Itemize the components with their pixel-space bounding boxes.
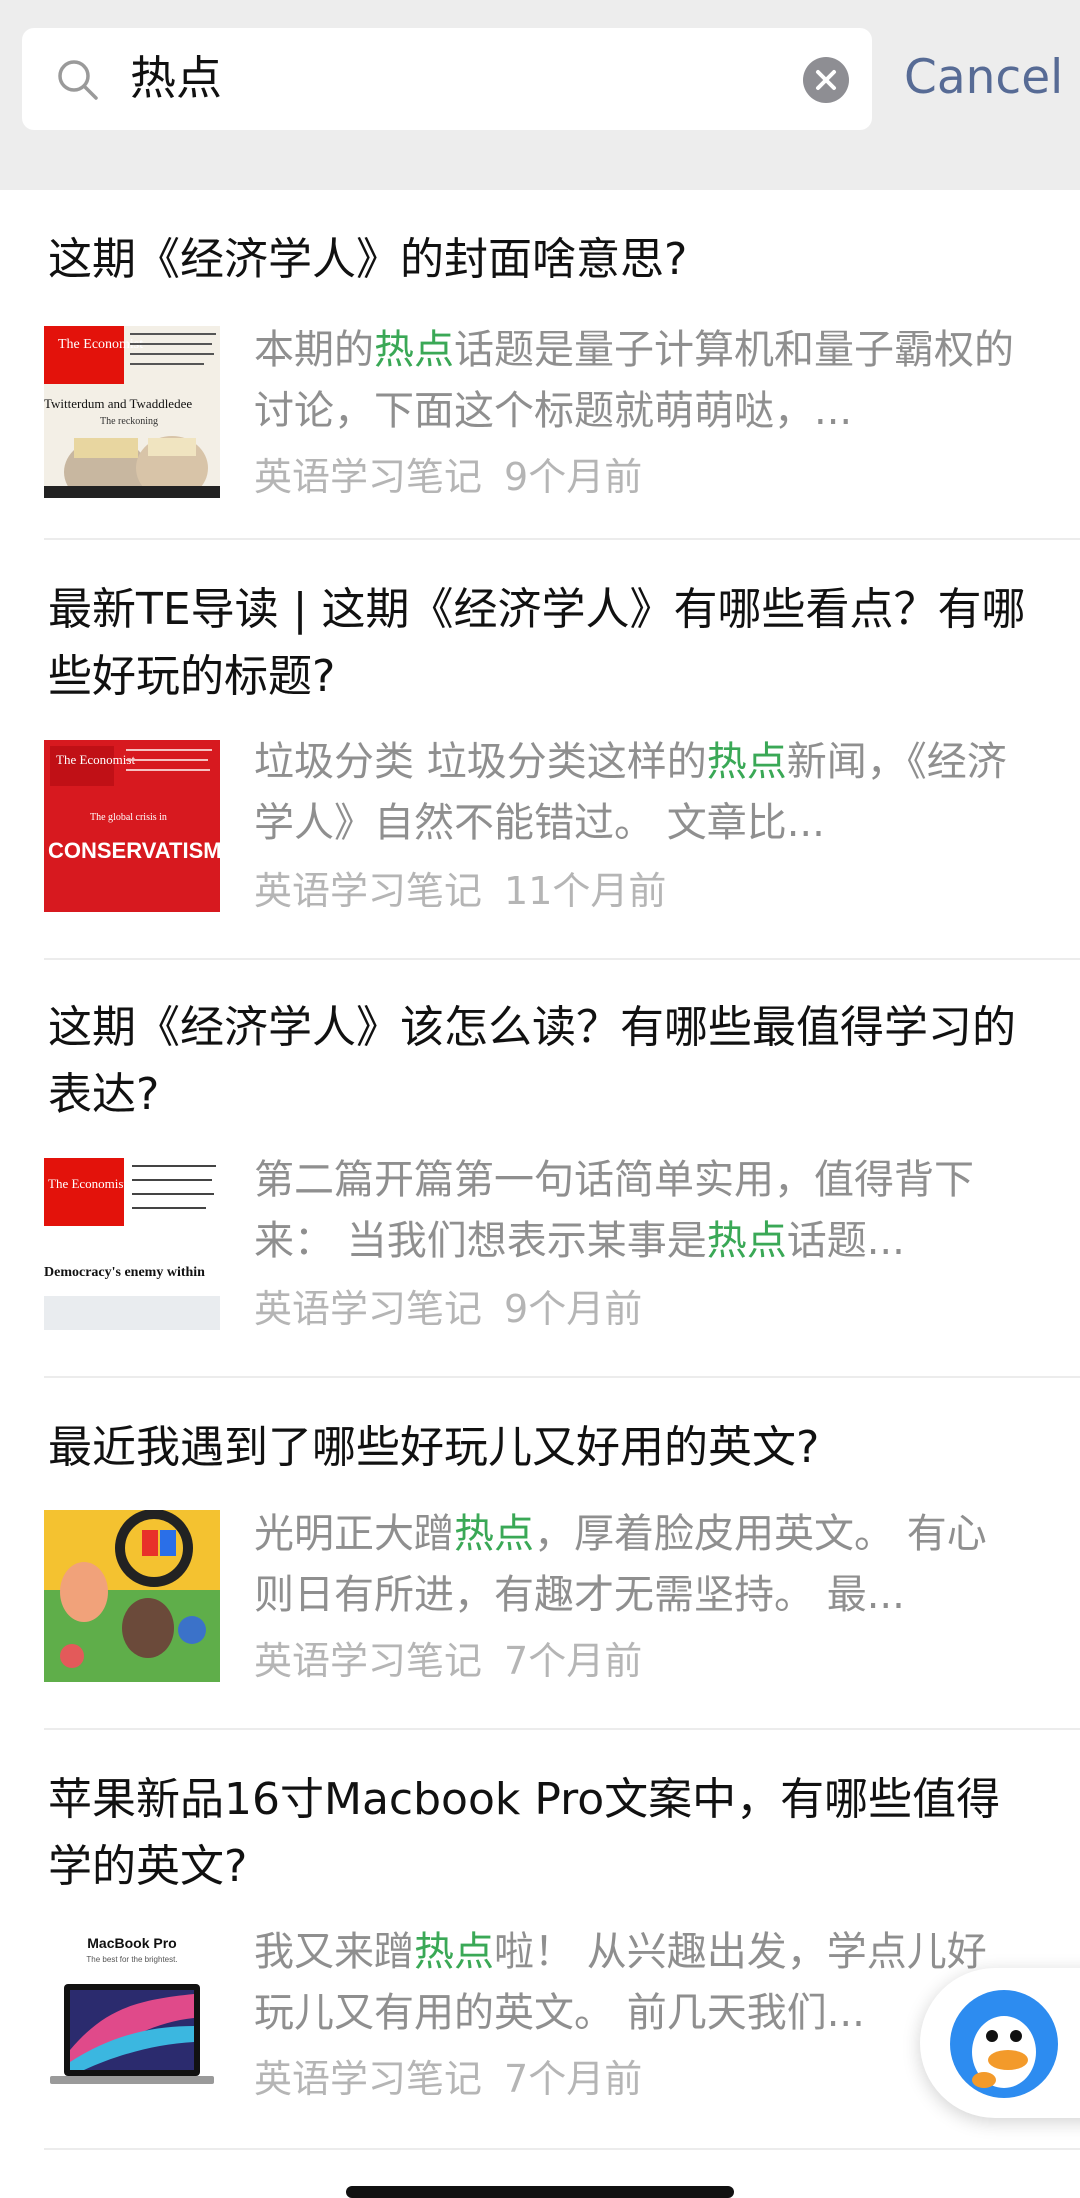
result-time: 9个月前	[504, 1287, 643, 1331]
result-item[interactable]: 最近我遇到了哪些好玩儿又好用的英文? 光明正大蹭热点，厚着脸皮用英文。 有心则日…	[0, 1378, 1080, 1730]
result-title[interactable]: 这期《经济学人》该怎么读？有哪些最值得学习的表达?	[48, 994, 1028, 1128]
result-source[interactable]: 英语学习笔记	[254, 869, 482, 913]
macbook-heading: MacBook Pro	[87, 1935, 176, 1951]
clear-icon[interactable]	[802, 56, 850, 104]
cover-headline: Twitterdum and Twaddledee	[44, 396, 192, 411]
cover-subline: The reckoning	[100, 416, 158, 427]
cover-masthead: The Economist	[56, 752, 135, 767]
result-item[interactable]: 这期《经济学人》该怎么读？有哪些最值得学习的表达? The Economist …	[0, 960, 1080, 1378]
result-thumbnail[interactable]: The Economist Democracy's enemy within	[44, 1158, 220, 1330]
result-title[interactable]: 最新TE导读 | 这期《经济学人》有哪些看点？有哪些好玩的标题?	[48, 576, 1028, 710]
result-meta: 英语学习笔记 11个月前	[254, 866, 666, 916]
result-item[interactable]: 这期《经济学人》的封面啥意思? The Economist Twitterdum…	[0, 190, 1080, 540]
economist-cover-image: The Economist Twitterdum and Twaddledee …	[44, 326, 220, 498]
game-illustration-image	[44, 1510, 220, 1682]
search-box[interactable]: 热点	[22, 28, 872, 130]
result-meta: 英语学习笔记 9个月前	[254, 452, 642, 502]
result-item[interactable]: 苹果新品16寸Macbook Pro文案中，有哪些值得学的英文? MacBook…	[0, 1730, 1080, 2150]
floating-assistant-button[interactable]	[920, 1968, 1080, 2118]
result-meta: 英语学习笔记 7个月前	[254, 2054, 642, 2104]
search-icon	[58, 60, 98, 100]
result-source[interactable]: 英语学习笔记	[254, 455, 482, 499]
result-time: 7个月前	[504, 1639, 643, 1683]
result-source[interactable]: 英语学习笔记	[254, 2057, 482, 2101]
result-item[interactable]: 最新TE导读 | 这期《经济学人》有哪些看点？有哪些好玩的标题? The Eco…	[0, 540, 1080, 960]
result-snippet: 我又来蹭热点啦！ 从兴趣出发，学点儿好玩儿又有用的英文。 前几天我们...	[254, 1929, 987, 2036]
result-thumbnail[interactable]: MacBook Pro The best for the brightest.	[44, 1930, 220, 2102]
result-thumbnail[interactable]: The Economist Twitterdum and Twaddledee …	[44, 326, 220, 498]
result-meta: 英语学习笔记 9个月前	[254, 1284, 642, 1334]
cover-headline: CONSERVATISM	[48, 838, 220, 863]
search-header: 热点 Cancel	[0, 0, 1080, 190]
macbook-image: MacBook Pro The best for the brightest.	[44, 1930, 220, 2102]
search-input[interactable]: 热点	[130, 48, 222, 108]
result-title[interactable]: 苹果新品16寸Macbook Pro文案中，有哪些值得学的英文?	[48, 1766, 1028, 1900]
result-title[interactable]: 这期《经济学人》的封面啥意思?	[48, 226, 1028, 293]
cover-headline: Democracy's enemy within	[44, 1265, 205, 1280]
result-source[interactable]: 英语学习笔记	[254, 1287, 482, 1331]
cover-masthead: The Economist	[48, 1176, 127, 1191]
result-time: 11个月前	[504, 869, 667, 913]
economist-cover-image: The Economist The global crisis in CONSE…	[44, 740, 220, 912]
economist-cover-image: The Economist Democracy's enemy within	[44, 1158, 220, 1330]
result-snippet: 第二篇开篇第一句话简单实用，值得背下来： 当我们想表示某事是热点话题...	[254, 1157, 974, 1264]
result-snippet: 光明正大蹭热点，厚着脸皮用英文。 有心则日有所进，有趣才无需坚持。 最...	[254, 1511, 987, 1618]
result-time: 7个月前	[504, 2057, 643, 2101]
result-title[interactable]: 最近我遇到了哪些好玩儿又好用的英文?	[48, 1414, 1028, 1481]
divider	[44, 2148, 1080, 2150]
result-meta: 英语学习笔记 7个月前	[254, 1636, 642, 1686]
macbook-tagline: The best for the brightest.	[86, 1955, 177, 1964]
result-source[interactable]: 英语学习笔记	[254, 1639, 482, 1683]
cancel-button[interactable]: Cancel	[904, 48, 1063, 108]
result-snippet: 本期的热点话题是量子计算机和量子霸权的讨论，下面这个标题就萌萌哒，...	[254, 327, 1014, 434]
result-snippet: 垃圾分类 垃圾分类这样的热点新闻，《经济学人》自然不能错过。 文章比...	[254, 739, 1007, 846]
result-thumbnail[interactable]: The Economist The global crisis in CONSE…	[44, 740, 220, 912]
cover-subline: The global crisis in	[90, 812, 167, 823]
result-thumbnail[interactable]	[44, 1510, 220, 1682]
result-time: 9个月前	[504, 455, 643, 499]
penguin-mascot-icon	[950, 1990, 1058, 2098]
home-indicator	[346, 2186, 734, 2198]
